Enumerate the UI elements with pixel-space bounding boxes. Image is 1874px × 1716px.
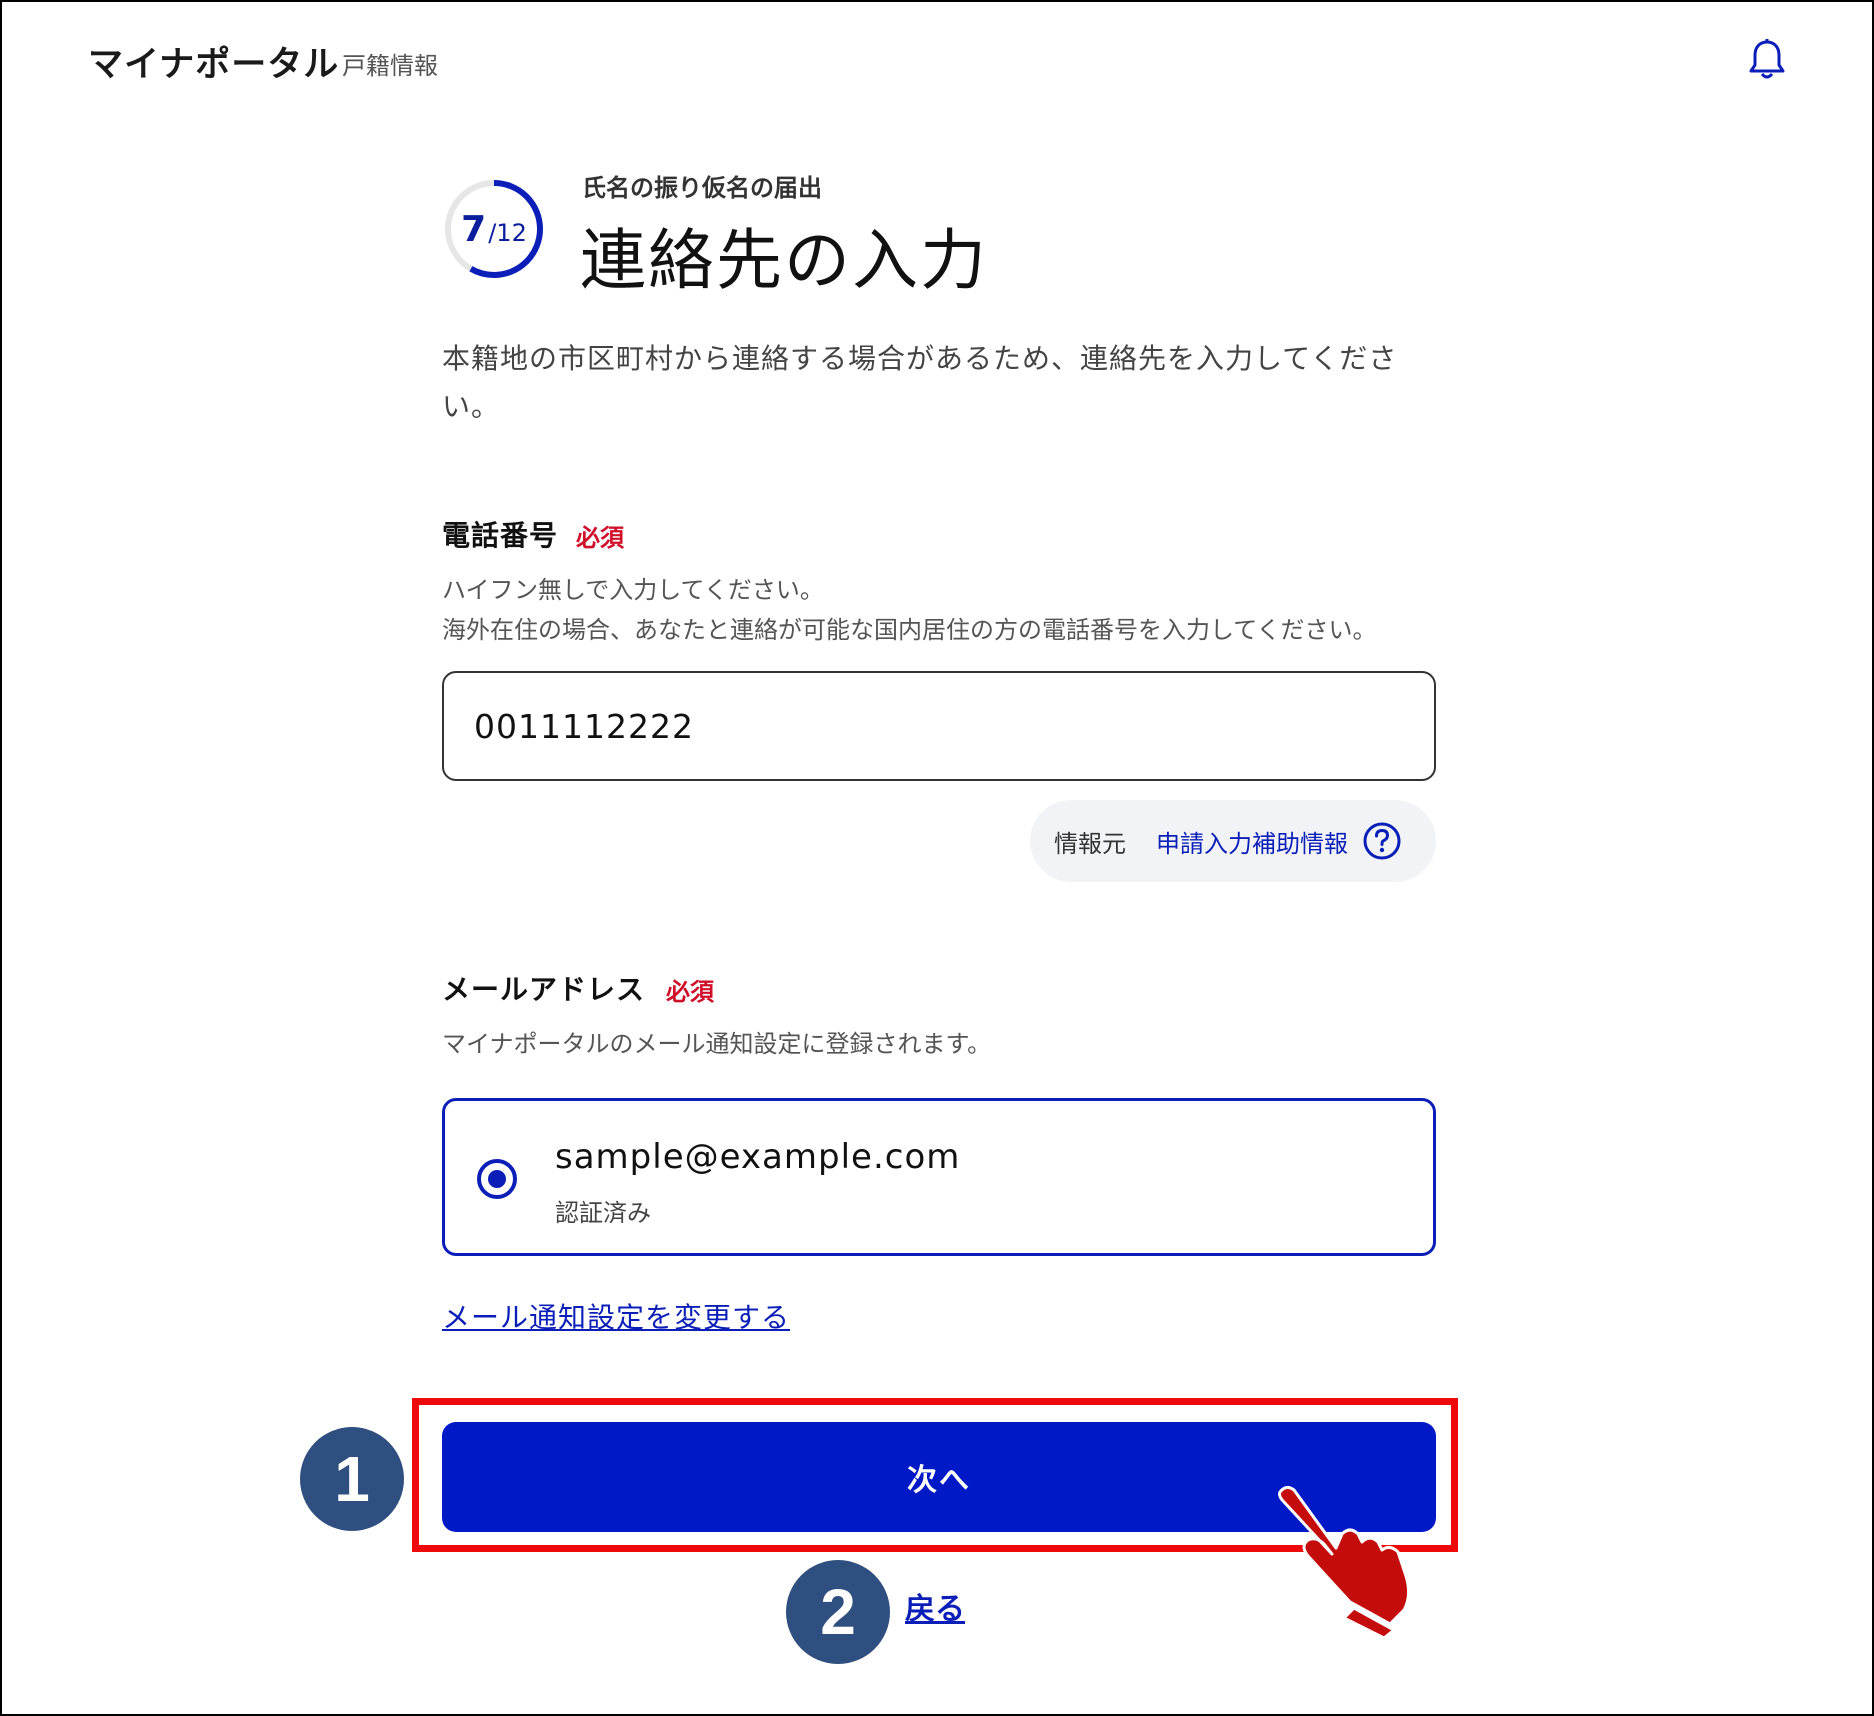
- pointing-hand-icon: [1278, 1485, 1411, 1638]
- lead-line-1: 本籍地の市区町村から連絡する場合があるため、連絡先を入力してくださ: [442, 342, 1398, 375]
- app-title[interactable]: マイナポータル: [88, 36, 339, 87]
- source-link[interactable]: 申請入力補助情報: [1156, 824, 1348, 859]
- back-link[interactable]: 戻る: [905, 1584, 965, 1628]
- bell-icon[interactable]: [1749, 38, 1785, 80]
- app-subtitle: 戸籍情報: [342, 52, 438, 80]
- radio-selected[interactable]: [475, 1157, 519, 1201]
- lead-text: 本籍地の市区町村から連絡する場合があるため、連絡先を入力してくださ い。: [442, 335, 1442, 431]
- phone-hint-line-1: ハイフン無しで入力してください。: [442, 576, 824, 604]
- progress-label: 7 /12: [442, 177, 546, 281]
- progress-current: 7: [461, 208, 487, 250]
- email-option[interactable]: sample@example.com 認証済み: [442, 1098, 1436, 1256]
- phone-hint-line-2: 海外在住の場合、あなたと連絡が可能な国内居住の方の電話番号を入力してください。: [442, 616, 1377, 644]
- phone-label: 電話番号: [442, 519, 559, 552]
- page-title: 連絡先の入力: [580, 222, 988, 299]
- phone-required-badge: 必須: [576, 524, 624, 552]
- email-status: 認証済み: [555, 1199, 651, 1227]
- email-value: sample@example.com: [555, 1137, 961, 1177]
- source-info: 情報元 申請入力補助情報: [1030, 800, 1436, 882]
- phone-hint: ハイフン無しで入力してください。 海外在住の場合、あなたと連絡が可能な国内居住の…: [442, 570, 1377, 650]
- page-frame: マイナポータル 戸籍情報 7 /12 氏名の振り仮名の届出 連絡先の入力 本籍地…: [0, 0, 1874, 1716]
- procedure-name: 氏名の振り仮名の届出: [582, 174, 822, 202]
- phone-input[interactable]: [442, 671, 1436, 781]
- email-hint: マイナポータルのメール通知設定に登録されます。: [442, 1030, 992, 1058]
- email-label: メールアドレス: [442, 973, 646, 1006]
- source-label: 情報元: [1054, 829, 1126, 858]
- progress-total: /12: [488, 219, 527, 247]
- step-badge-1: 1: [300, 1427, 404, 1531]
- change-notification-link[interactable]: メール通知設定を変更する: [442, 1296, 790, 1336]
- lead-line-2: い。: [442, 390, 501, 423]
- step-badge-2: 2: [786, 1560, 890, 1664]
- email-required-badge: 必須: [666, 978, 714, 1006]
- question-circle-icon[interactable]: [1362, 821, 1402, 861]
